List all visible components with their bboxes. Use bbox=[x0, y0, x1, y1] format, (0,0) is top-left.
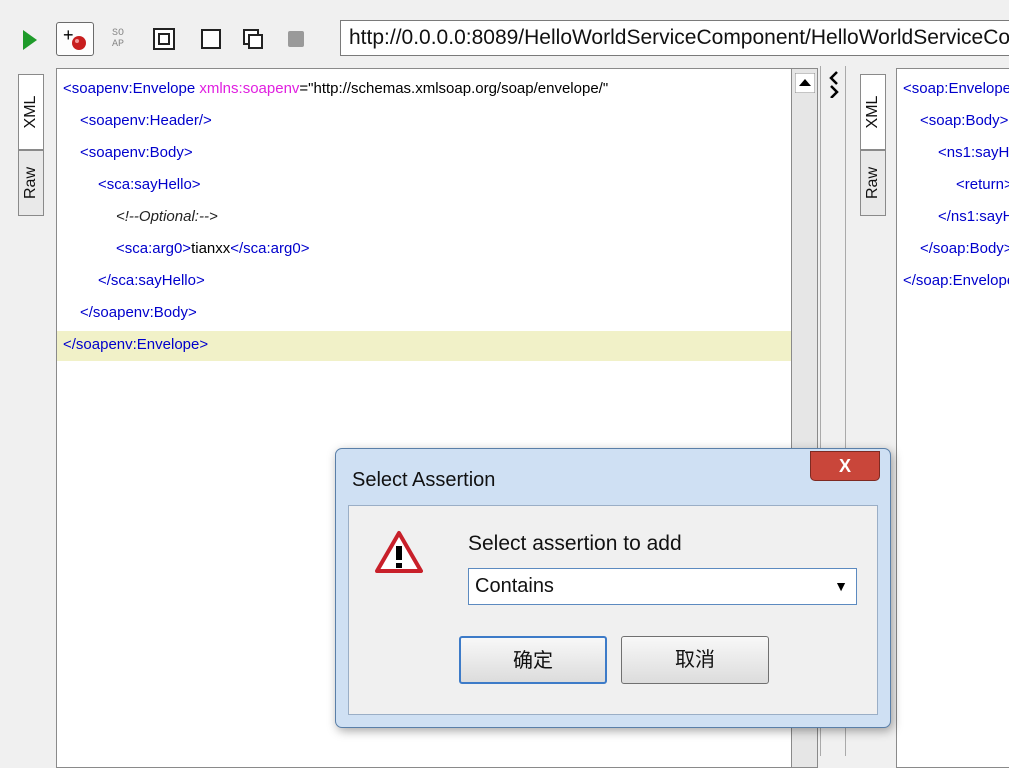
collapse-left-icon[interactable] bbox=[827, 70, 841, 98]
xml-line: </ns1:sayHelloResponse> bbox=[938, 208, 1009, 225]
toolbar: + SO AP http://0.0.0.0:8089/HelloWorldSe… bbox=[0, 0, 1009, 66]
assertion-select[interactable]: Contains ▼ bbox=[468, 568, 857, 605]
tile-icon[interactable] bbox=[153, 28, 175, 50]
tab-raw-request[interactable]: Raw bbox=[18, 150, 44, 216]
xml-line: <soapenv:Header/> bbox=[80, 112, 212, 129]
tab-label: Raw bbox=[864, 166, 881, 200]
tab-label: XML bbox=[22, 95, 39, 129]
svg-text:+: + bbox=[63, 25, 74, 45]
ok-button[interactable]: 确定 bbox=[459, 636, 607, 684]
select-value: Contains bbox=[475, 575, 554, 597]
tab-label: XML bbox=[864, 95, 881, 129]
chevron-down-icon[interactable]: ▼ bbox=[834, 569, 848, 604]
xml-line: </soapenv:Envelope> bbox=[63, 336, 209, 353]
tab-xml-request[interactable]: XML bbox=[18, 74, 44, 150]
xml-line: </soapenv:Body> bbox=[80, 304, 197, 321]
xml-line: </soap:Body> bbox=[920, 240, 1009, 257]
xml-line: <return> bbox=[956, 176, 1009, 193]
dialog-prompt: Select assertion to add bbox=[468, 532, 682, 555]
tab-raw-response[interactable]: Raw bbox=[860, 150, 886, 216]
warning-icon bbox=[375, 531, 423, 573]
xml-line: <sca:sayHello> bbox=[98, 176, 201, 193]
cancel-button[interactable]: 取消 bbox=[621, 636, 769, 684]
xml-line: <soapenv:Envelope xmlns:soapenv="http://… bbox=[63, 80, 609, 97]
split-icon[interactable] bbox=[200, 28, 222, 50]
xml-line: <soapenv:Body> bbox=[80, 144, 193, 161]
dialog-body: Select assertion to add Contains ▼ 确定 取消 bbox=[348, 505, 878, 715]
select-assertion-dialog: Select Assertion X Select assertion to a… bbox=[335, 448, 891, 728]
xml-line: </sca:sayHello> bbox=[98, 272, 205, 289]
dialog-title: Select Assertion bbox=[352, 469, 496, 491]
xml-line: <soap:Envelope bbox=[903, 80, 1009, 97]
xml-comment: <!--Optional:--> bbox=[116, 208, 218, 225]
scroll-up-icon[interactable] bbox=[795, 73, 815, 93]
play-icon[interactable] bbox=[23, 30, 39, 50]
stop-icon[interactable] bbox=[287, 30, 305, 48]
soap-icon[interactable]: SO AP bbox=[112, 28, 134, 54]
xml-line: <ns1:sayHelloResponse bbox=[938, 144, 1009, 161]
add-assertion-icon[interactable]: + bbox=[56, 22, 94, 56]
endpoint-url[interactable]: http://0.0.0.0:8089/HelloWorldServiceCom… bbox=[340, 20, 1009, 56]
close-button[interactable]: X bbox=[810, 451, 880, 481]
xml-line: </soap:Envelope> bbox=[903, 272, 1009, 289]
tab-label: Raw bbox=[22, 166, 39, 200]
xml-line: <sca:arg0>tianxx</sca:arg0> bbox=[116, 240, 310, 257]
response-editor[interactable]: <soap:Envelope <soap:Body> <ns1:sayHello… bbox=[896, 68, 1009, 768]
xml-line: <soap:Body> bbox=[920, 112, 1009, 129]
copy-icon[interactable] bbox=[242, 28, 264, 50]
tab-xml-response[interactable]: XML bbox=[860, 74, 886, 150]
